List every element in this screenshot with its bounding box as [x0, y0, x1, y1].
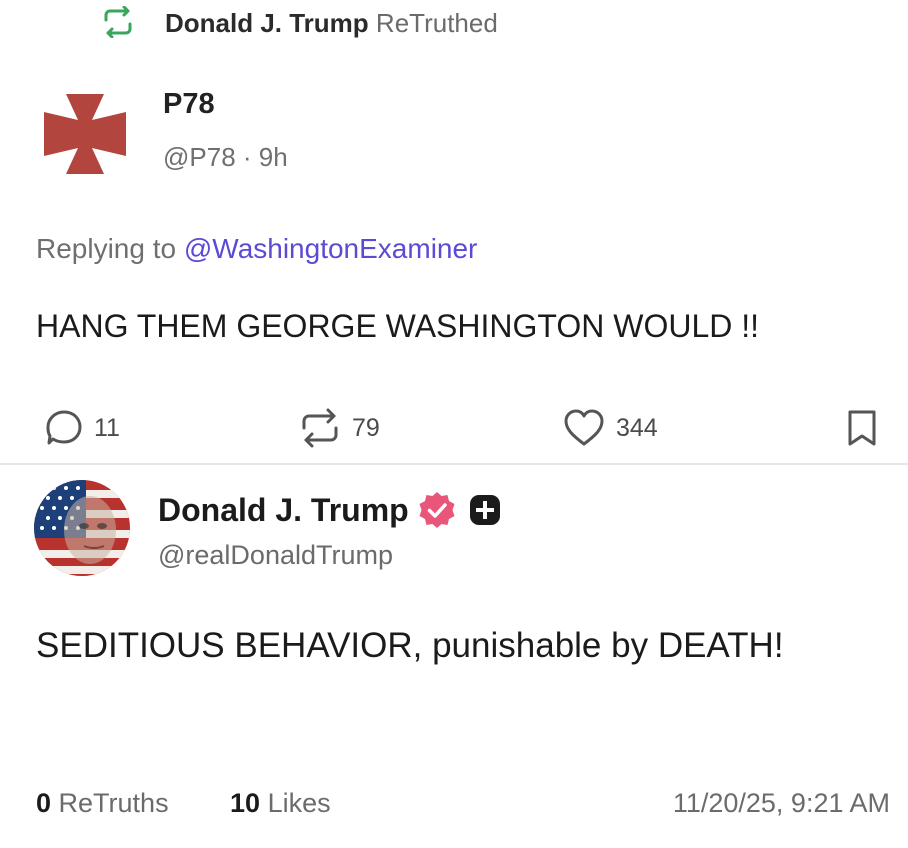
author-display-name[interactable]: P78 [163, 88, 215, 121]
cross-pattee-icon[interactable] [40, 90, 130, 178]
divider [0, 463, 908, 465]
likes-stat[interactable]: 10 Likes [230, 788, 331, 819]
reply-button[interactable]: 11 [44, 405, 120, 451]
retruth-button[interactable]: 79 [298, 405, 380, 451]
avatar[interactable] [34, 480, 130, 576]
reply-icon [46, 410, 82, 445]
like-count: 344 [616, 413, 658, 442]
heart-icon [564, 409, 604, 446]
post-time: 9h [258, 142, 288, 172]
retruth-icon [104, 6, 132, 38]
meta-separator: · [235, 142, 259, 172]
quote-author-name-line: Donald J. Trump [158, 490, 501, 530]
like-button[interactable]: 344 [562, 405, 658, 451]
likes-count: 10 [230, 788, 261, 818]
flag-portrait-avatar-icon [34, 480, 130, 576]
author-handle-line: @P78 · 9h [163, 142, 288, 173]
retruths-count: 0 [36, 788, 52, 818]
post-text: HANG THEM GEORGE WASHINGTON WOULD !! [36, 308, 760, 344]
verified-badge-icon [419, 492, 455, 528]
retruths-label: ReTruths [58, 788, 169, 818]
likes-label: Likes [267, 788, 331, 818]
author-handle[interactable]: @P78 [163, 142, 236, 172]
retruth-action-icon [302, 408, 338, 448]
bookmark-button[interactable] [846, 405, 878, 451]
retruths-stat[interactable]: 0 ReTruths [36, 788, 169, 819]
replying-to-link[interactable]: @WashingtonExaminer [184, 233, 478, 264]
quote-post-text: SEDITIOUS BEHAVIOR, punishable by DEATH! [36, 626, 784, 665]
replying-to-line: Replying to @WashingtonExaminer [36, 233, 477, 265]
post-timestamp: 11/20/25, 9:21 AM [672, 788, 890, 818]
plus-badge-icon [469, 495, 500, 525]
retruth-by-label[interactable]: Donald J. Trump ReTruthed [165, 8, 498, 39]
retruth-header: Donald J. Trump ReTruthed [0, 0, 908, 50]
reply-count: 11 [94, 413, 120, 442]
bookmark-icon [848, 410, 876, 446]
retruth-count: 79 [352, 413, 380, 442]
quote-author-display-name[interactable]: Donald J. Trump [158, 492, 409, 529]
retruth-user[interactable]: Donald J. Trump [165, 8, 369, 38]
quote-author-handle[interactable]: @realDonaldTrump [158, 540, 393, 571]
retruth-action-label: ReTruthed [375, 8, 498, 38]
replying-prefix: Replying to [36, 233, 184, 264]
